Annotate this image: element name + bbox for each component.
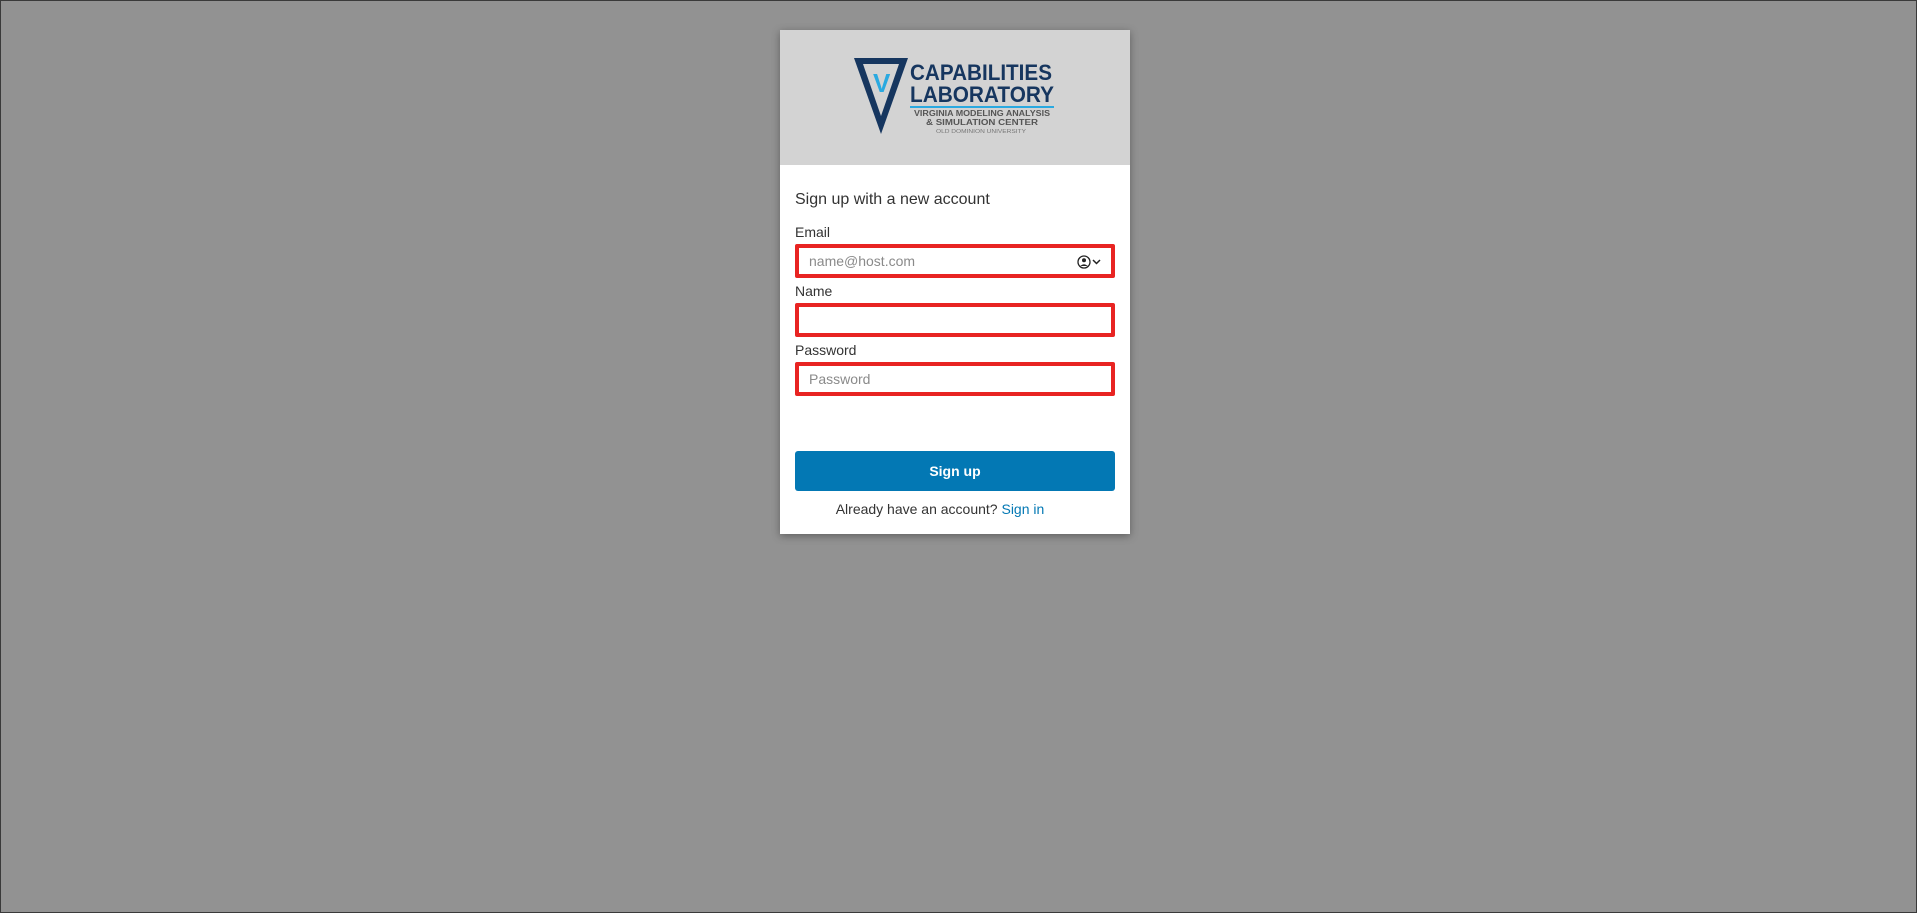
sign-in-link[interactable]: Sign in [1001,501,1044,517]
logo-line2: LABORATORY [910,82,1054,107]
password-field-wrapper [795,362,1115,396]
contact-autofill-icon[interactable] [1077,255,1103,269]
logo-line3: VIRGINIA MODELING ANALYSIS [914,109,1051,118]
logo-line5: OLD DOMINION UNIVERSITY [936,129,1027,135]
logo-letter: V [873,68,891,98]
sign-up-button[interactable]: Sign up [795,451,1115,491]
signup-card: V CAPABILITIES LABORATORY VIRGINIA MODEL… [780,30,1130,534]
password-label: Password [795,342,857,358]
email-input[interactable] [799,248,1111,274]
name-label: Name [795,283,833,299]
signin-prompt-line: Already have an account? Sign in [765,501,1115,517]
name-input[interactable] [799,307,1111,333]
email-label: Email [795,224,831,240]
email-field-wrapper [795,244,1115,278]
password-input[interactable] [799,366,1111,392]
signin-prompt-text: Already have an account? [835,501,998,517]
form-heading: Sign up with a new account [795,191,990,208]
logo-line4: & SIMULATION CENTER [926,118,1038,127]
logo-banner: V CAPABILITIES LABORATORY VIRGINIA MODEL… [780,30,1130,165]
name-field-wrapper [795,303,1115,337]
capabilities-laboratory-logo: V CAPABILITIES LABORATORY VIRGINIA MODEL… [854,58,1054,135]
